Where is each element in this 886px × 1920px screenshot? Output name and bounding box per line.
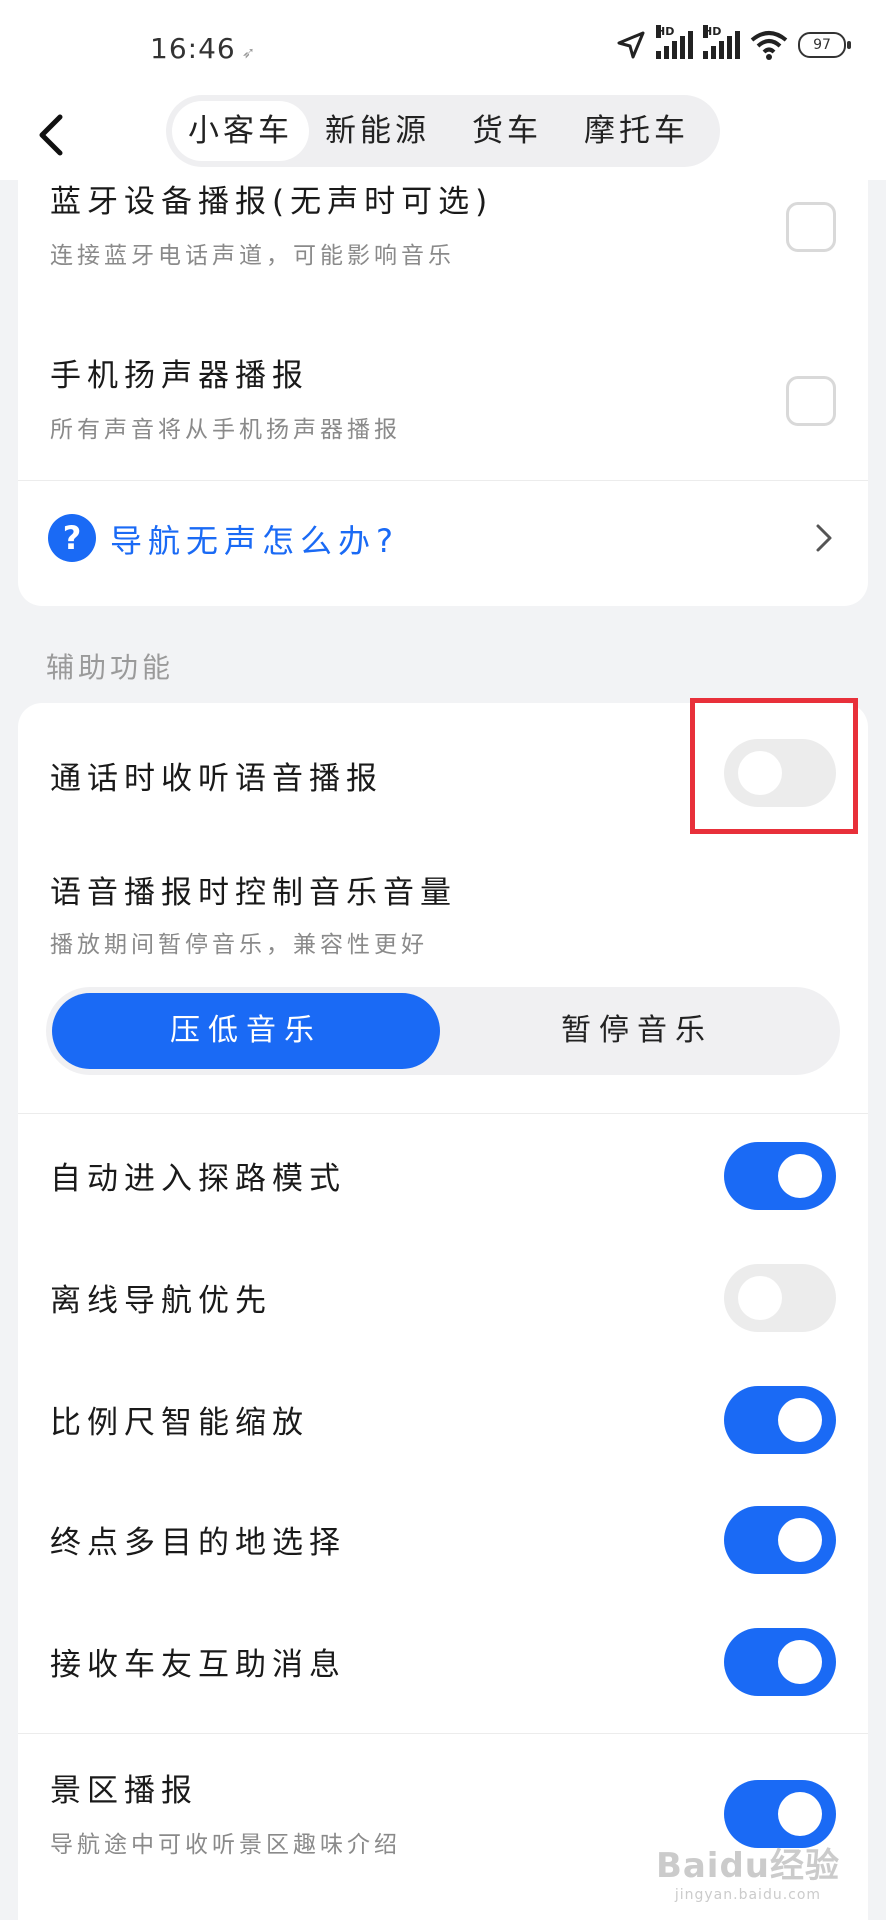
scenic-broadcast-subtitle: 导航途中可收听景区趣味介绍 [50,1832,401,1858]
auto-explore-toggle[interactable] [724,1142,836,1210]
signal-strength-icon-1: HD [656,25,693,59]
pause-music-button[interactable]: 暂停音乐 [440,993,834,1069]
back-button[interactable] [30,105,80,165]
toggle-knob [778,1398,822,1442]
baidu-watermark: Baidu经验 jingyan.baidu.com [656,1838,840,1903]
speaker-broadcast-subtitle: 所有声音将从手机扬声器播报 [50,417,401,443]
music-mode-segmented-control: 压低音乐 暂停音乐 [46,987,840,1075]
divider [18,1113,868,1114]
music-control-subtitle: 播放期间暂停音乐，兼容性更好 [50,932,428,958]
bluetooth-broadcast-title: 蓝牙设备播报(无声时可选) [50,184,494,220]
offline-nav-toggle[interactable] [724,1264,836,1332]
section-label-assist: 辅助功能 [46,651,175,684]
toggle-knob [778,1154,822,1198]
call-listen-title: 通话时收听语音播报 [50,761,383,797]
vehicle-type-tabs: 小客车 新能源 货车 摩托车 [166,95,720,167]
tab-motorcycle[interactable]: 摩托车 [568,101,705,161]
no-sound-help-link[interactable]: 导航无声怎么办? [110,516,399,562]
car-friend-help-toggle[interactable] [724,1628,836,1696]
toggle-knob [778,1640,822,1684]
music-control-title: 语音播报时控制音乐音量 [50,875,457,911]
toggle-knob [778,1518,822,1562]
watermark-text: Baidu经验 [655,1846,840,1886]
status-icons: HD HD 97 [616,25,851,60]
voice-output-card: 蓝牙设备播报(无声时可选) 连接蓝牙电话声道，可能影响音乐 手机扬声器播报 所有… [18,180,868,606]
divider [18,1733,868,1734]
smart-scale-title: 比例尺智能缩放 [50,1405,309,1441]
smart-scale-toggle[interactable] [724,1386,836,1454]
tab-small-car[interactable]: 小客车 [172,101,309,161]
navigation-icon [617,31,645,59]
hd-label-2: HD [703,25,722,38]
offline-nav-title: 离线导航优先 [50,1283,272,1319]
multi-destination-toggle[interactable] [724,1506,836,1574]
status-time: 16:46 ➶ [150,32,256,65]
battery-level: 97 [813,37,831,53]
signal-strength-icon-2: HD [703,25,740,59]
help-question-icon: ? [48,514,96,562]
speaker-broadcast-title: 手机扬声器播报 [50,358,309,394]
chevron-right-icon[interactable] [808,518,838,558]
tab-truck[interactable]: 货车 [446,101,568,161]
watermark-sub: jingyan.baidu.com [674,1887,822,1903]
back-arrow-icon [39,114,63,156]
highlight-annotation-box [690,698,858,834]
top-nav-bar: 小客车 新能源 货车 摩托车 [0,95,886,180]
assist-functions-card: 通话时收听语音播报 语音播报时控制音乐音量 播放期间暂停音乐，兼容性更好 压低音… [18,703,868,1920]
status-bar: 16:46 ➶ HD HD 97 [0,0,886,95]
multi-destination-title: 终点多目的地选择 [50,1525,346,1561]
lower-music-button[interactable]: 压低音乐 [52,993,440,1069]
bluetooth-broadcast-subtitle: 连接蓝牙电话声道，可能影响音乐 [50,243,455,269]
battery-icon: 97 [798,32,851,58]
toggle-knob [778,1792,822,1836]
status-time-text: 16:46 [150,32,236,65]
auto-explore-title: 自动进入探路模式 [50,1161,346,1197]
tab-new-energy[interactable]: 新能源 [309,101,446,161]
car-friend-help-title: 接收车友互助消息 [50,1647,346,1683]
location-arrow-small-icon: ➶ [241,43,257,62]
toggle-knob [738,1276,782,1320]
divider [18,480,868,481]
speaker-broadcast-checkbox[interactable] [786,376,836,426]
wifi-icon [750,31,788,60]
scenic-broadcast-title: 景区播报 [50,1773,198,1809]
hd-label: HD [656,25,675,38]
bluetooth-broadcast-checkbox[interactable] [786,202,836,252]
